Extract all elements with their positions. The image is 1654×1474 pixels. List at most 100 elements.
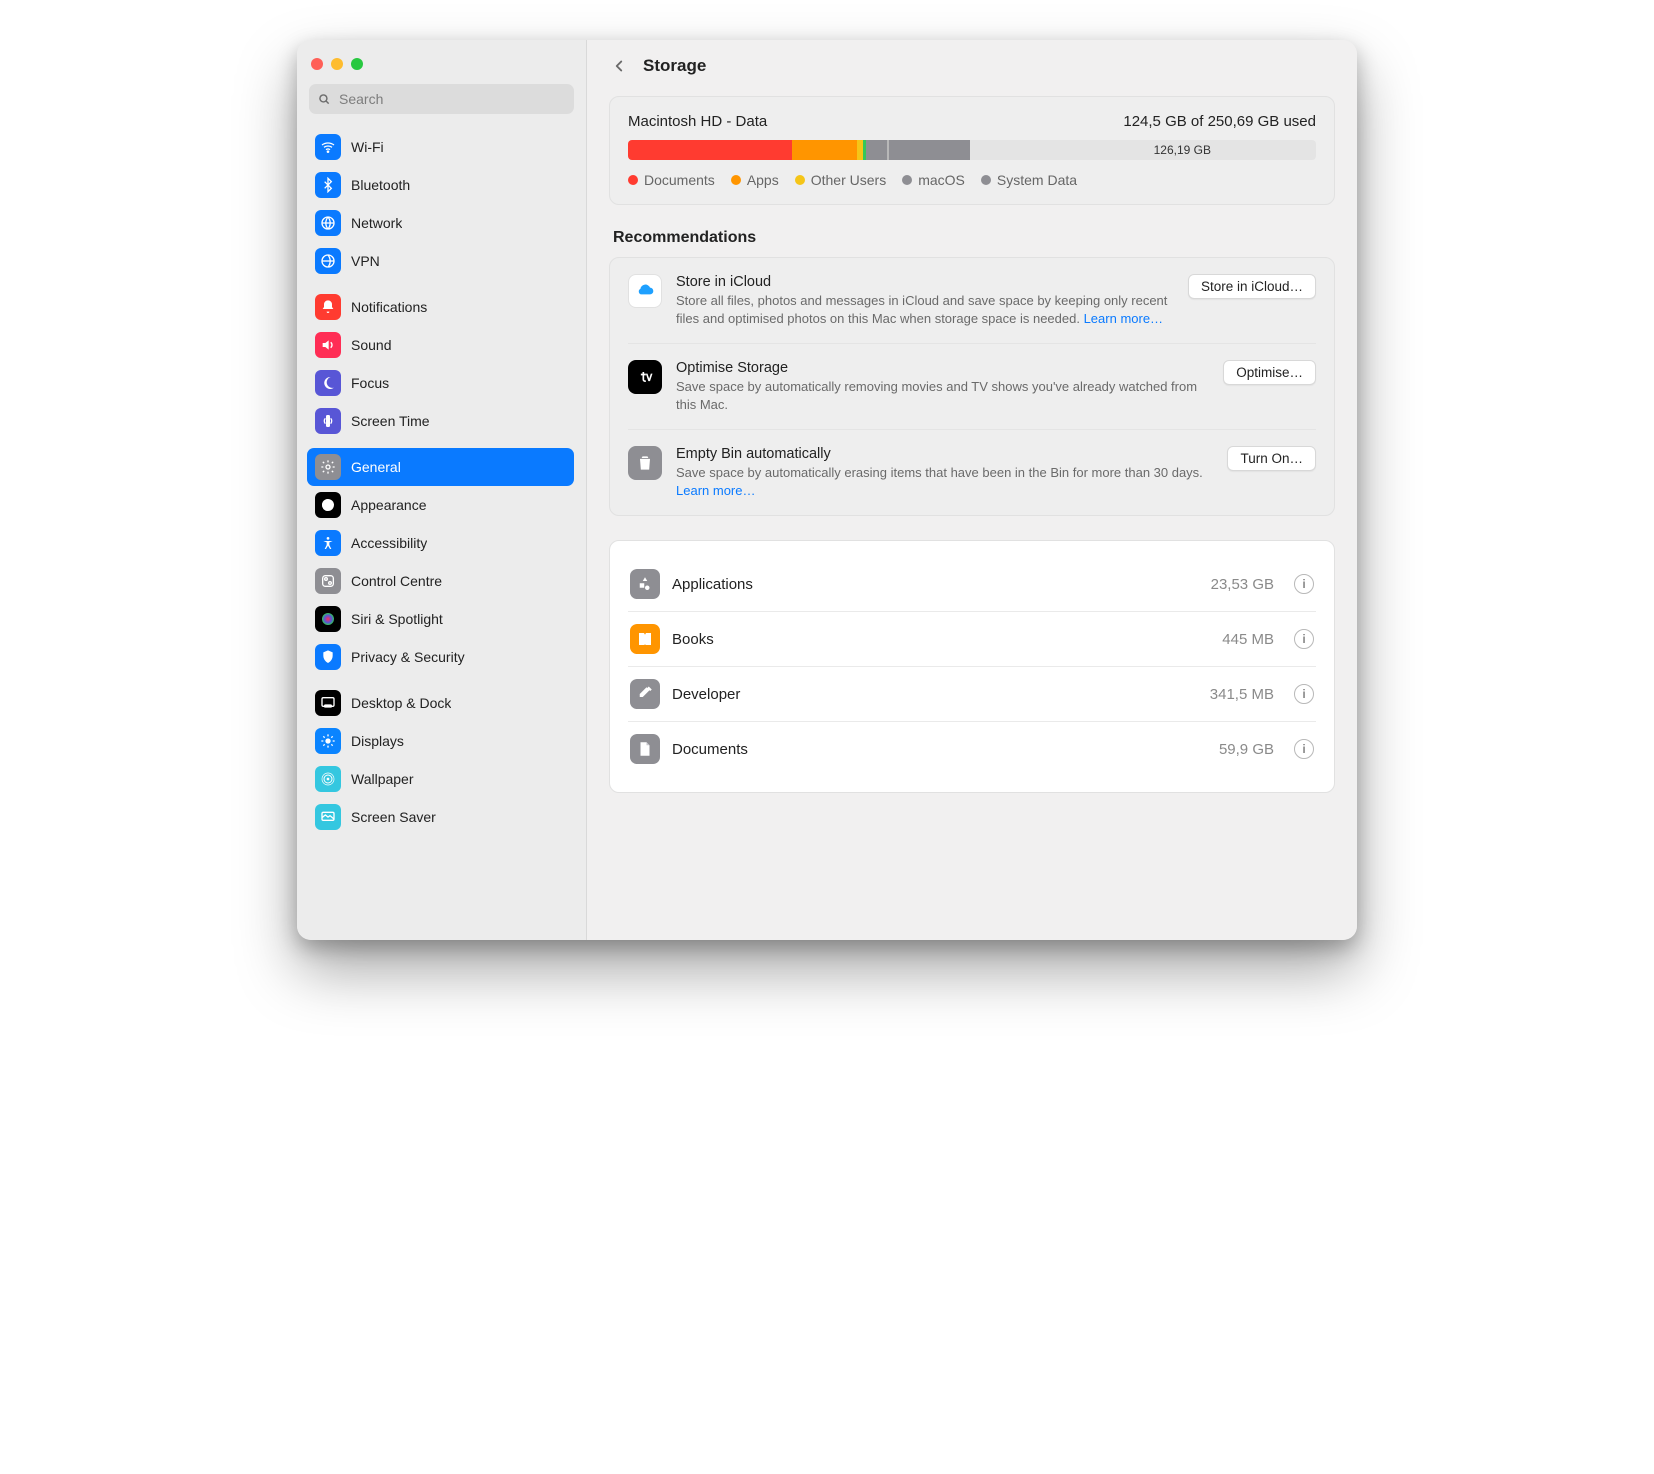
legend-item: macOS — [902, 172, 965, 188]
sidebar-item-siri-spotlight[interactable]: Siri & Spotlight — [307, 600, 574, 638]
category-name: Developer — [672, 686, 1198, 703]
search-icon — [317, 92, 331, 106]
recommendations-heading: Recommendations — [613, 229, 1331, 247]
recommendation-title: Empty Bin automatically — [676, 446, 1213, 462]
info-button[interactable]: i — [1294, 629, 1314, 649]
sidebar-item-displays[interactable]: Displays — [307, 722, 574, 760]
developer-icon — [630, 679, 660, 709]
sidebar-item-label: Notifications — [351, 299, 427, 315]
legend-item: Documents — [628, 172, 715, 188]
sidebar-item-control-centre[interactable]: Control Centre — [307, 562, 574, 600]
sidebar-item-notifications[interactable]: Notifications — [307, 288, 574, 326]
sidebar: Wi-Fi Bluetooth Network VPN Notifications Sou… — [297, 40, 587, 940]
info-button[interactable]: i — [1294, 574, 1314, 594]
sidebar-item-vpn[interactable]: VPN — [307, 242, 574, 280]
sidebar-item-wallpaper[interactable]: Wallpaper — [307, 760, 574, 798]
sidebar-item-desktop-dock[interactable]: Desktop & Dock — [307, 684, 574, 722]
legend-label: System Data — [997, 172, 1077, 188]
controlcentre-icon — [315, 568, 341, 594]
sidebar-item-label: Privacy & Security — [351, 649, 465, 665]
info-button[interactable]: i — [1294, 684, 1314, 704]
sidebar-item-label: Network — [351, 215, 402, 231]
disk-used-text: 124,5 GB of 250,69 GB used — [1123, 113, 1316, 130]
search-field-wrapper — [309, 84, 574, 114]
recommendation-description: Save space by automatically erasing item… — [676, 464, 1213, 499]
storage-segment — [889, 140, 969, 160]
sidebar-item-label: Wallpaper — [351, 771, 414, 787]
recommendation-action-button[interactable]: Turn On… — [1227, 446, 1316, 471]
recommendation-description: Save space by automatically removing mov… — [676, 378, 1209, 413]
sidebar-group: Wi-Fi Bluetooth Network VPN — [307, 128, 574, 280]
category-row[interactable]: Developer 341,5 MB i — [628, 667, 1316, 722]
minimize-window-button[interactable] — [331, 58, 343, 70]
legend-dot-icon — [902, 175, 912, 185]
appletv-icon — [628, 360, 662, 394]
storage-summary-card: Macintosh HD - Data 124,5 GB of 250,69 G… — [609, 96, 1335, 205]
sidebar-item-privacy-security[interactable]: Privacy & Security — [307, 638, 574, 676]
storage-segment — [866, 140, 887, 160]
learn-more-link[interactable]: Learn more… — [1084, 311, 1163, 326]
recommendation-body: Store in iCloud Store all files, photos a… — [676, 274, 1174, 327]
sidebar-item-screen-time[interactable]: Screen Time — [307, 402, 574, 440]
notifications-icon — [315, 294, 341, 320]
sidebar-item-bluetooth[interactable]: Bluetooth — [307, 166, 574, 204]
category-size: 23,53 GB — [1211, 576, 1274, 593]
recommendation-action-button[interactable]: Optimise… — [1223, 360, 1316, 385]
window-controls — [307, 54, 576, 84]
recommendation-row: Optimise Storage Save space by automatica… — [628, 360, 1316, 430]
recommendation-action-button[interactable]: Store in iCloud… — [1188, 274, 1316, 299]
category-row[interactable]: Books445 MBi — [628, 612, 1316, 667]
learn-more-link[interactable]: Learn more… — [676, 483, 755, 498]
category-name: Documents — [672, 741, 1207, 758]
displays-icon — [315, 728, 341, 754]
sidebar-item-label: Screen Time — [351, 413, 430, 429]
category-size: 341,5 MB — [1210, 686, 1274, 703]
recommendation-body: Optimise Storage Save space by automatica… — [676, 360, 1209, 413]
dock-icon — [315, 690, 341, 716]
content-scroll[interactable]: Macintosh HD - Data 124,5 GB of 250,69 G… — [587, 86, 1357, 940]
recommendation-title: Optimise Storage — [676, 360, 1209, 376]
info-button[interactable]: i — [1294, 739, 1314, 759]
recommendation-description: Store all files, photos and messages in … — [676, 292, 1174, 327]
sidebar-item-general[interactable]: General — [307, 448, 574, 486]
sidebar-group: Notifications Sound Focus Screen Time — [307, 288, 574, 440]
sidebar-item-label: Bluetooth — [351, 177, 410, 193]
bluetooth-icon — [315, 172, 341, 198]
books-icon — [630, 624, 660, 654]
back-button[interactable] — [609, 56, 629, 76]
legend-label: macOS — [918, 172, 965, 188]
icloud-icon — [628, 274, 662, 308]
sidebar-item-network[interactable]: Network — [307, 204, 574, 242]
category-name: Books — [672, 631, 1210, 648]
page-title: Storage — [643, 56, 706, 76]
recommendation-title: Store in iCloud — [676, 274, 1174, 290]
sound-icon — [315, 332, 341, 358]
sidebar-item-accessibility[interactable]: Accessibility — [307, 524, 574, 562]
sidebar-item-focus[interactable]: Focus — [307, 364, 574, 402]
categories-card: Applications23,53 GBiBooks445 MBiDevelop… — [609, 540, 1335, 793]
legend-label: Documents — [644, 172, 715, 188]
sidebar-item-screen-saver[interactable]: Screen Saver — [307, 798, 574, 836]
close-window-button[interactable] — [311, 58, 323, 70]
storage-segment — [792, 140, 857, 160]
category-name: Applications — [672, 576, 1199, 593]
recommendations-card: Store in iCloud Store all files, photos a… — [609, 257, 1335, 516]
settings-window: Wi-Fi Bluetooth Network VPN Notifications Sou… — [297, 40, 1357, 940]
chevron-left-icon — [610, 57, 628, 75]
recommendation-row: Store in iCloud Store all files, photos a… — [628, 274, 1316, 344]
sidebar-item-appearance[interactable]: Appearance — [307, 486, 574, 524]
appearance-icon — [315, 492, 341, 518]
search-input[interactable] — [309, 84, 574, 114]
sidebar-item-label: Sound — [351, 337, 391, 353]
category-row[interactable]: Documents59,9 GBi — [628, 722, 1316, 776]
sidebar-item-label: Desktop & Dock — [351, 695, 451, 711]
legend-dot-icon — [981, 175, 991, 185]
legend-dot-icon — [731, 175, 741, 185]
sidebar-item-sound[interactable]: Sound — [307, 326, 574, 364]
sidebar-item-wi-fi[interactable]: Wi-Fi — [307, 128, 574, 166]
documents-icon — [630, 734, 660, 764]
category-row[interactable]: Applications 23,53 GB i — [628, 557, 1316, 612]
sidebar-group: GeneralAppearanceAccessibilityControl Ce… — [307, 448, 574, 676]
zoom-window-button[interactable] — [351, 58, 363, 70]
legend-label: Apps — [747, 172, 779, 188]
